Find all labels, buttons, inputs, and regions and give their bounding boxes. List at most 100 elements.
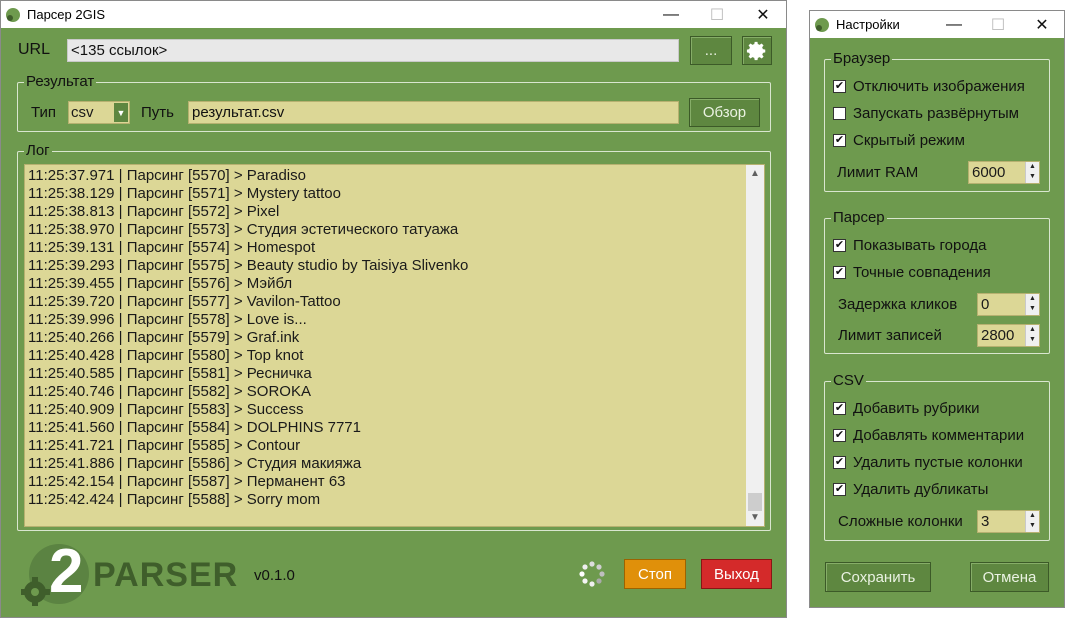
app-logo-icon — [815, 17, 829, 32]
browse-button[interactable]: Обзор — [689, 98, 760, 127]
checkbox-row[interactable]: ✔ Показывать города — [833, 237, 986, 254]
checkbox-unchecked-icon[interactable] — [833, 107, 846, 120]
app-logo-icon — [6, 7, 20, 22]
checkbox-row[interactable]: ✔ Удалить дубликаты — [833, 481, 988, 498]
settings-minimize-button[interactable]: — — [932, 16, 976, 34]
settings-close-button[interactable]: ✕ — [1020, 15, 1064, 35]
chevron-down-icon: ▼ — [114, 103, 128, 122]
log-line: 11:25:42.424 | Парсинг [5588] > Sorry mo… — [28, 491, 321, 508]
log-line: 11:25:39.293 | Парсинг [5575] > Beauty s… — [28, 257, 469, 274]
checkbox-checked-icon[interactable]: ✔ — [833, 134, 846, 147]
delay-label: Задержка кликов — [838, 296, 958, 313]
log-line: 11:25:40.909 | Парсинг [5583] > Success — [28, 401, 304, 418]
log-line: 11:25:41.560 | Парсинг [5584] > DOLPHINS… — [28, 419, 361, 436]
type-label: Тип — [31, 104, 57, 121]
logo-number: 2 — [49, 537, 84, 606]
logo-text: PARSER — [93, 556, 239, 594]
close-button[interactable]: ✕ — [740, 5, 786, 25]
minimize-button[interactable]: — — [648, 6, 694, 24]
checkbox-row[interactable]: ✔ Скрытый режим — [833, 132, 965, 149]
spinner-arrows-icon[interactable]: ▲ ▼ — [1025, 511, 1039, 532]
complex-columns-spinner[interactable]: 3 ▲ ▼ — [977, 510, 1040, 533]
records-label: Лимит записей — [838, 327, 942, 344]
log-line: 11:25:42.154 | Парсинг [5587] > Перманен… — [28, 473, 346, 490]
checkbox-checked-icon[interactable]: ✔ — [833, 80, 846, 93]
url-browse-button[interactable]: ... — [690, 36, 732, 65]
version-label: v0.1.0 — [254, 567, 295, 584]
settings-titlebar[interactable]: Настройки — ☐ ✕ — [810, 11, 1064, 38]
checkbox-row[interactable]: ✔ Добавлять комментарии — [833, 427, 1024, 444]
click-delay-spinner[interactable]: 0 ▲ ▼ — [977, 293, 1040, 316]
checkbox-checked-icon[interactable]: ✔ — [833, 402, 846, 415]
url-input[interactable]: <135 ссылок> — [67, 39, 679, 62]
click-delay-value: 0 — [981, 296, 990, 313]
complex-columns-value: 3 — [981, 513, 990, 530]
complex-columns-label: Сложные колонки — [838, 513, 963, 530]
log-line: 11:25:39.131 | Парсинг [5574] > Homespot — [28, 239, 316, 256]
log-line: 11:25:40.585 | Парсинг [5581] > Ресничка — [28, 365, 312, 382]
checkbox-row[interactable]: ✔ Точные совпадения — [833, 264, 991, 281]
type-select[interactable]: csv ▼ — [68, 101, 130, 124]
checkbox-label: Отключить изображения — [853, 78, 1025, 95]
checkbox-checked-icon[interactable]: ✔ — [833, 266, 846, 279]
log-line: 11:25:39.720 | Парсинг [5577] > Vavilon-… — [28, 293, 341, 310]
ram-limit-spinner[interactable]: 6000 ▲ ▼ — [968, 161, 1040, 184]
csv-group-title: CSV — [831, 372, 866, 390]
gear-icon — [746, 41, 766, 60]
log-line: 11:25:37.971 | Парсинг [5570] > Paradiso — [28, 167, 306, 184]
checkbox-label: Скрытый режим — [853, 132, 965, 149]
log-lines: 11:25:37.971 | Парсинг [5570] > Paradiso… — [28, 167, 468, 509]
parser-group-title: Парсер — [831, 209, 887, 227]
spinner-arrows-icon[interactable]: ▲ ▼ — [1025, 162, 1039, 183]
checkbox-checked-icon[interactable]: ✔ — [833, 456, 846, 469]
checkbox-row[interactable]: ✔ Добавить рубрики — [833, 400, 980, 417]
browser-group-title: Браузер — [831, 50, 893, 68]
log-line: 11:25:38.129 | Парсинг [5571] > Mystery … — [28, 185, 341, 202]
log-line: 11:25:40.266 | Парсинг [5579] > Graf.ink — [28, 329, 300, 346]
path-input[interactable]: результат.csv — [188, 101, 679, 124]
checkbox-label: Показывать города — [853, 237, 987, 254]
spinner-arrows-icon[interactable]: ▲ ▼ — [1025, 294, 1039, 315]
settings-window: Настройки — ☐ ✕ Браузер ✔ Отключить изобр… — [809, 10, 1065, 608]
settings-window-title: Настройки — [836, 17, 900, 32]
checkbox-label: Удалить дубликаты — [853, 481, 989, 498]
cancel-button[interactable]: Отмена — [970, 562, 1049, 592]
spinner-arrows-icon[interactable]: ▲ ▼ — [1025, 325, 1039, 346]
settings-maximize-button[interactable]: ☐ — [976, 15, 1020, 35]
scroll-down-icon[interactable]: ▼ — [746, 509, 764, 526]
checkbox-label: Добавить рубрики — [853, 400, 980, 417]
log-line: 11:25:41.886 | Парсинг [5586] > Студия м… — [28, 455, 362, 472]
checkbox-row[interactable]: ✔ Удалить пустые колонки — [833, 454, 1023, 471]
records-limit-spinner[interactable]: 2800 ▲ ▼ — [977, 324, 1040, 347]
checkbox-label: Точные совпадения — [853, 264, 991, 281]
log-line: 11:25:38.813 | Парсинг [5572] > Pixel — [28, 203, 280, 220]
ram-label: Лимит RAM — [837, 164, 919, 181]
log-line: 11:25:39.996 | Парсинг [5578] > Love is.… — [28, 311, 307, 328]
stop-button[interactable]: Стоп — [624, 559, 686, 589]
checkbox-row[interactable]: ✔ Отключить изображения — [833, 78, 1025, 95]
checkbox-label: Запускать развёрнутым — [853, 105, 1019, 122]
checkbox-checked-icon[interactable]: ✔ — [833, 429, 846, 442]
logo: 2 PARSER — [21, 538, 246, 606]
checkbox-checked-icon[interactable]: ✔ — [833, 483, 846, 496]
log-line: 11:25:41.721 | Парсинг [5585] > Contour — [28, 437, 301, 454]
checkbox-row[interactable]: Запускать развёрнутым — [833, 105, 1019, 122]
log-textarea[interactable]: 11:25:37.971 | Парсинг [5570] > Paradiso… — [24, 164, 765, 527]
exit-button[interactable]: Выход — [701, 559, 772, 589]
log-line: 11:25:39.455 | Парсинг [5576] > Мэйбл — [28, 275, 293, 292]
main-window: Парсер 2GIS — ☐ ✕ URL <135 ссылок> ... Р… — [0, 0, 787, 618]
log-line: 11:25:38.970 | Парсинг [5573] > Студия э… — [28, 221, 459, 238]
settings-button[interactable] — [742, 36, 772, 65]
records-limit-value: 2800 — [981, 327, 1015, 344]
log-group-title: Лог — [24, 142, 52, 160]
scroll-up-icon[interactable]: ▲ — [746, 165, 764, 182]
checkbox-checked-icon[interactable]: ✔ — [833, 239, 846, 252]
log-scrollbar[interactable]: ▲ ▼ — [746, 165, 764, 526]
result-group-title: Результат — [24, 73, 97, 91]
url-label: URL — [18, 41, 51, 58]
log-line: 11:25:40.746 | Парсинг [5582] > SOROKA — [28, 383, 311, 400]
main-titlebar[interactable]: Парсер 2GIS — ☐ ✕ — [1, 1, 786, 28]
maximize-button[interactable]: ☐ — [694, 5, 740, 25]
save-button[interactable]: Сохранить — [825, 562, 931, 592]
ram-limit-value: 6000 — [972, 164, 1006, 181]
